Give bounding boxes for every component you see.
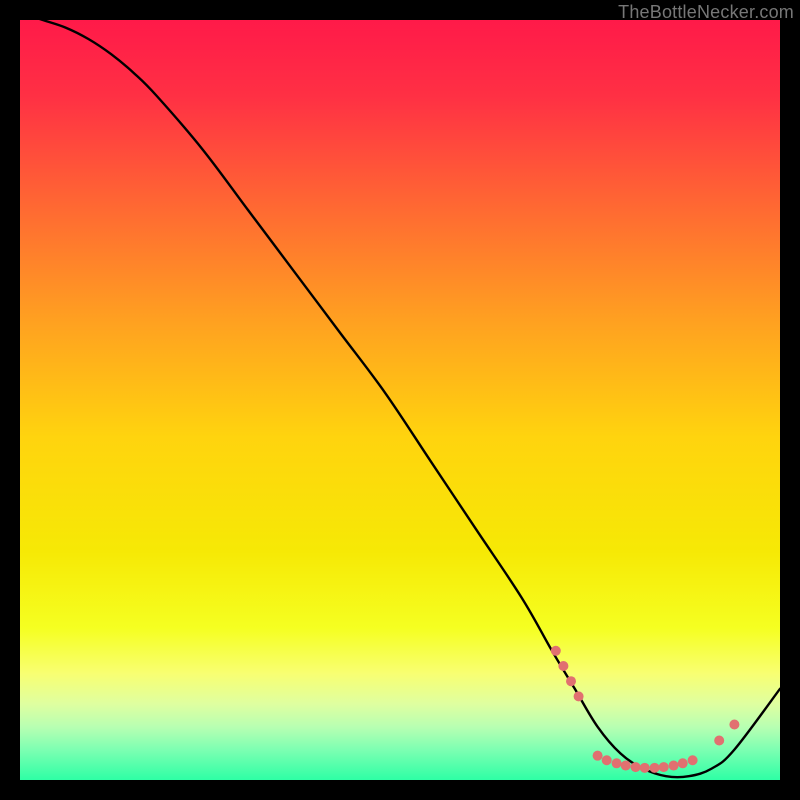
marker-point xyxy=(621,761,631,771)
marker-point xyxy=(640,763,650,773)
marker-point xyxy=(558,661,568,671)
plot-background xyxy=(20,20,780,780)
marker-point xyxy=(714,735,724,745)
marker-point xyxy=(650,763,660,773)
marker-point xyxy=(631,762,641,772)
marker-point xyxy=(678,758,688,768)
marker-point xyxy=(659,762,669,772)
marker-point xyxy=(612,758,622,768)
marker-point xyxy=(729,720,739,730)
chart-stage: TheBottleNecker.com xyxy=(0,0,800,800)
marker-point xyxy=(669,761,679,771)
marker-point xyxy=(574,691,584,701)
marker-point xyxy=(602,755,612,765)
bottleneck-chart xyxy=(20,20,780,780)
marker-point xyxy=(688,755,698,765)
marker-point xyxy=(551,646,561,656)
marker-point xyxy=(593,751,603,761)
marker-point xyxy=(566,676,576,686)
